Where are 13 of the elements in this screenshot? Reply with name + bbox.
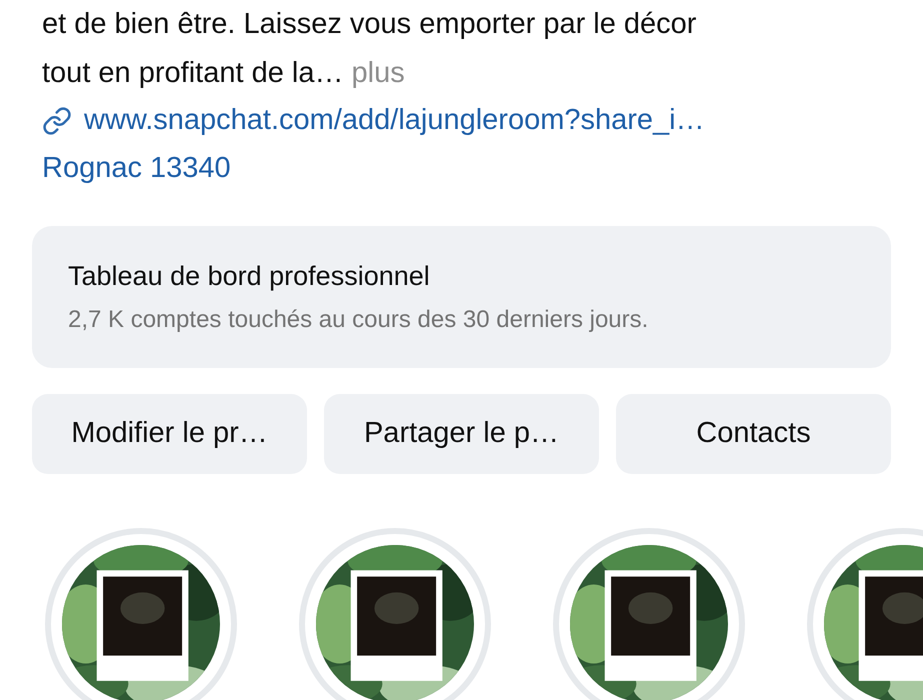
website-link[interactable]: www.snapchat.com/add/lajungleroom?share_i… xyxy=(84,99,705,143)
dashboard-title: Tableau de bord professionnel xyxy=(68,260,431,293)
link-icon xyxy=(42,106,72,136)
profile-button[interactable]: Modifier le pr… xyxy=(32,394,307,474)
profile-button[interactable]: Contacts xyxy=(616,394,891,474)
dashboard-card[interactable]: Tableau de bord professionnel 2,7 K comptes touchés au cours des 30 derniers jours. xyxy=(32,226,891,368)
dashboard-subtitle: 2,7 K comptes touchés au cours des 30 derniers jours. xyxy=(68,305,650,336)
profile-button[interactable]: Partager le p… xyxy=(324,394,599,474)
highlight-ring[interactable] xyxy=(299,528,491,700)
location-text: Rognac 13340 xyxy=(42,151,232,186)
bio-text: et de bien être. Laissez vous emporter par le décor tout en profitant de la… plus xyxy=(42,7,698,91)
highlight-ring[interactable] xyxy=(45,528,237,700)
highlight-ring[interactable] xyxy=(553,528,745,700)
